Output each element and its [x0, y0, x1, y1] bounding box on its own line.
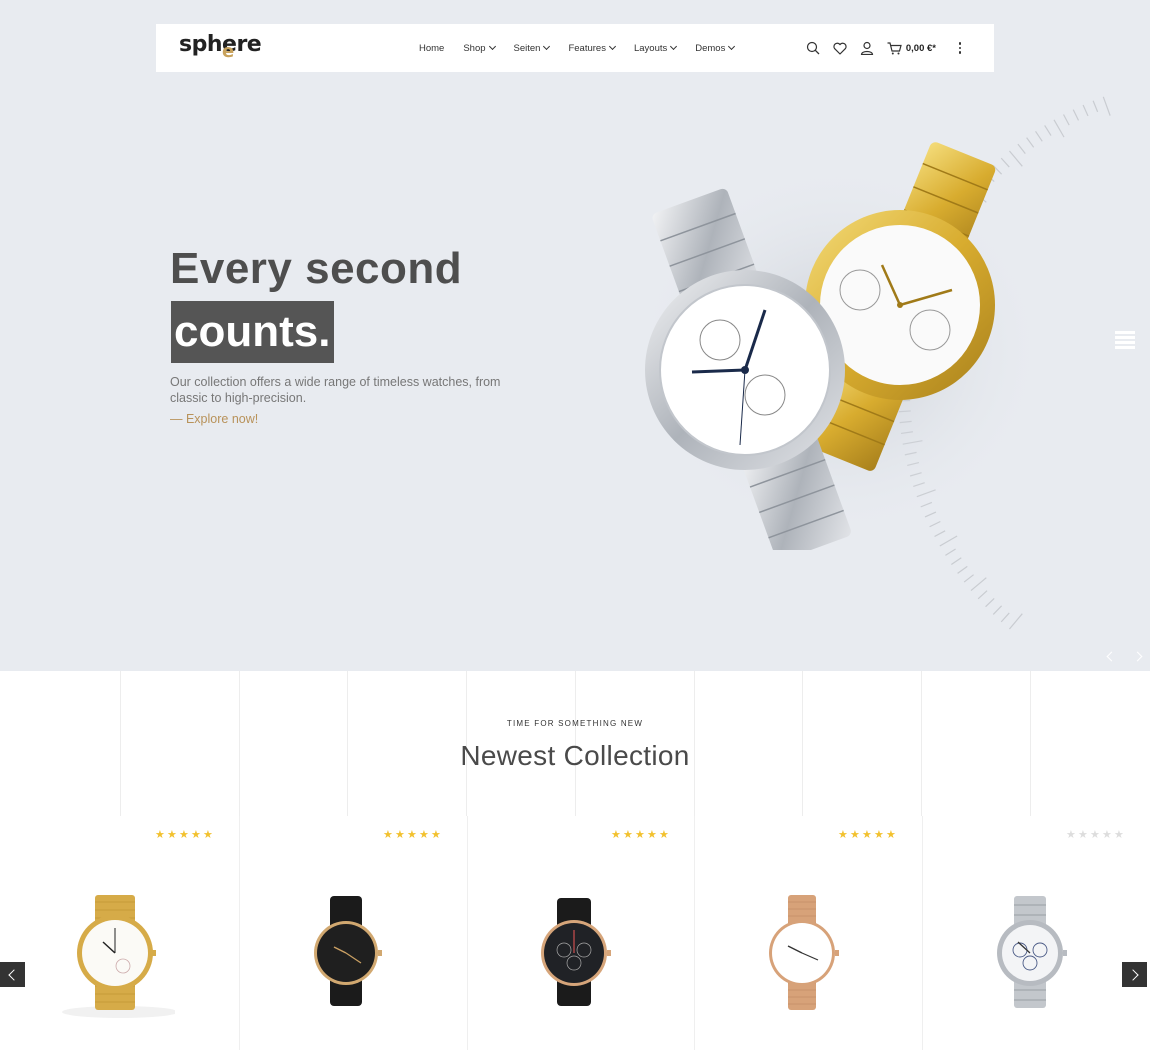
hero-next-arrow-icon[interactable] — [1132, 651, 1142, 661]
dial-tick — [1102, 96, 1111, 116]
chevron-down-icon — [728, 42, 736, 51]
logo-text-part3: re — [236, 32, 262, 57]
product-card-black-chronograph-watch[interactable] — [515, 880, 635, 1030]
hero-slider: sphe e re Home Shop Seiten Features Layout… — [0, 0, 1150, 671]
nav-shop-label: Shop — [463, 42, 486, 54]
product-rating: ★ ★ ★ ★ ★ — [155, 830, 214, 841]
star-icon: ★ — [838, 829, 848, 841]
dial-tick — [951, 557, 962, 565]
nav-features[interactable]: Features — [568, 42, 617, 54]
hero-watches-image — [630, 142, 1050, 550]
section-title: Newest Collection — [460, 740, 690, 771]
cart-icon — [887, 41, 902, 54]
product-card-silver-chronograph-watch[interactable] — [970, 880, 1090, 1030]
dial-tick — [1000, 612, 1010, 623]
nav-seiten-label: Seiten — [513, 42, 541, 54]
star-icon: ★ — [383, 829, 393, 841]
nav-features-label: Features — [568, 42, 606, 54]
nav-shop[interactable]: Shop — [463, 42, 496, 54]
star-icon: ★ — [886, 829, 896, 841]
product-rating: ★ ★ ★ ★ ★ — [1066, 830, 1125, 841]
logo-text-part1: sph — [179, 32, 223, 57]
divider — [922, 816, 923, 1050]
star-icon: ★ — [167, 829, 177, 841]
hero-description: Our collection offers a wide range of ti… — [170, 375, 501, 405]
nav-home[interactable]: Home — [419, 43, 444, 54]
star-icon: ★ — [431, 829, 441, 841]
carousel-next-arrow-icon[interactable] — [1122, 962, 1147, 987]
star-icon: ★ — [635, 829, 645, 841]
dial-tick — [1092, 100, 1099, 113]
nav-demos[interactable]: Demos — [695, 42, 736, 54]
hero-title-line1: Every second — [170, 244, 463, 293]
star-icon: ★ — [659, 829, 669, 841]
star-icon: ★ — [419, 829, 429, 841]
chevron-down-icon — [543, 42, 551, 51]
cart-total: 0,00 €* — [905, 42, 936, 54]
side-menu-icon[interactable] — [1115, 331, 1135, 353]
star-icon: ★ — [1066, 829, 1076, 841]
star-icon: ★ — [874, 829, 884, 841]
product-rating: ★ ★ ★ ★ ★ — [838, 830, 897, 841]
star-icon: ★ — [647, 829, 657, 841]
chevron-down-icon — [488, 42, 496, 51]
site-header: sphe e re Home Shop Seiten Features Layout… — [156, 24, 994, 72]
nav-demos-label: Demos — [695, 42, 726, 54]
divider — [467, 816, 468, 1050]
product-card-rosegold-mesh-watch[interactable] — [742, 880, 862, 1030]
star-icon: ★ — [862, 829, 872, 841]
star-icon: ★ — [155, 829, 165, 841]
dial-tick — [957, 565, 968, 574]
dial-tick — [992, 605, 1003, 615]
chevron-down-icon — [608, 42, 617, 51]
user-icon[interactable] — [860, 41, 875, 56]
hero-prev-arrow-icon[interactable] — [1106, 651, 1116, 661]
star-icon: ★ — [623, 829, 633, 841]
star-icon: ★ — [1114, 829, 1124, 841]
product-rating: ★ ★ ★ ★ ★ — [611, 830, 670, 841]
dial-tick — [1062, 114, 1070, 126]
star-icon: ★ — [1102, 829, 1112, 841]
dial-tick — [1082, 104, 1089, 117]
heart-icon[interactable] — [833, 41, 848, 56]
product-card-black-leather-watch[interactable] — [286, 880, 406, 1030]
main-nav: Home Shop Seiten Features Layouts Demos — [419, 24, 736, 72]
search-icon[interactable] — [806, 41, 821, 56]
carousel-prev-arrow-icon[interactable] — [0, 962, 25, 987]
section-kicker: TIME FOR SOMETHING NEW — [506, 719, 644, 728]
star-icon: ★ — [395, 829, 405, 841]
nav-layouts-label: Layouts — [633, 42, 668, 54]
nav-layouts[interactable]: Layouts — [633, 42, 678, 54]
explore-now-link[interactable]: — Explore now! — [170, 412, 258, 426]
dial-tick — [985, 597, 995, 608]
dial-tick — [963, 574, 974, 583]
product-rating: ★ ★ ★ ★ ★ — [383, 830, 442, 841]
nav-home-label: Home — [419, 42, 445, 54]
star-icon: ★ — [1078, 829, 1088, 841]
dial-tick — [970, 577, 987, 592]
cart-button[interactable]: 0,00 €* — [887, 41, 936, 55]
star-icon: ★ — [1090, 829, 1100, 841]
star-icon: ★ — [611, 829, 621, 841]
product-card-gold-mesh-watch[interactable] — [55, 880, 175, 1030]
site-logo[interactable]: sphe e re — [179, 32, 262, 62]
hero-title-line2: counts. — [171, 301, 335, 363]
star-icon: ★ — [407, 829, 417, 841]
nav-seiten[interactable]: Seiten — [513, 42, 551, 54]
dial-tick — [1008, 613, 1023, 630]
more-icon[interactable] — [956, 42, 964, 54]
divider — [239, 816, 240, 1050]
logo-text-e-gold: e — [222, 41, 234, 62]
star-icon: ★ — [179, 829, 189, 841]
star-icon: ★ — [191, 829, 201, 841]
star-icon: ★ — [850, 829, 860, 841]
star-icon: ★ — [203, 829, 213, 841]
dial-tick — [977, 590, 988, 600]
chevron-down-icon — [670, 42, 678, 51]
dial-tick — [1072, 109, 1080, 121]
header-tools: 0,00 €* — [806, 24, 964, 72]
divider — [694, 816, 695, 1050]
